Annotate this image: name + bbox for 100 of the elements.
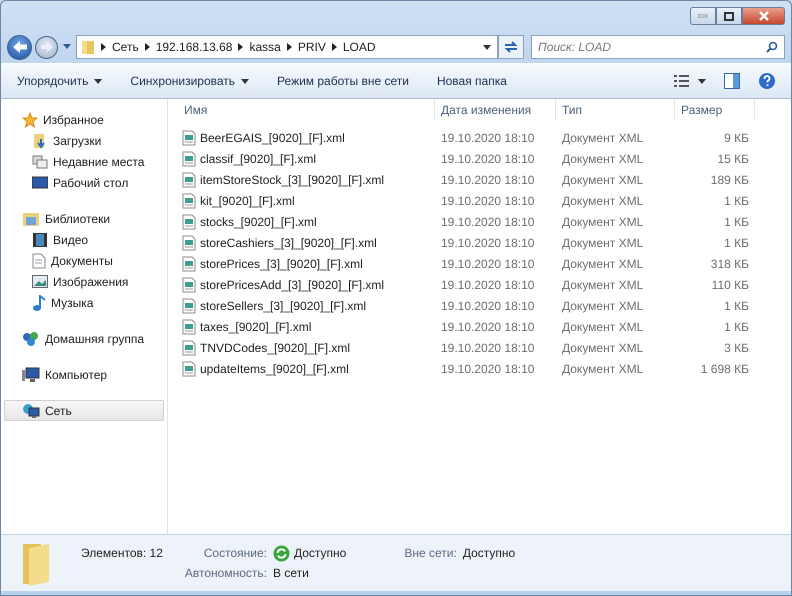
sidebar-item[interactable]: Документы bbox=[4, 250, 164, 271]
file-size: 3 КБ bbox=[723, 340, 749, 354]
document-icon bbox=[32, 252, 46, 268]
file-name[interactable]: stocks_[9020]_[F].xml bbox=[200, 214, 317, 228]
file-name[interactable]: kit_[9020]_[F].xml bbox=[200, 194, 295, 208]
file-type: Документ XML bbox=[561, 320, 644, 334]
column-header[interactable]: Дата изменения bbox=[435, 99, 556, 121]
caret-icon[interactable] bbox=[483, 44, 491, 50]
chevron-icon[interactable] bbox=[238, 43, 244, 51]
search-field[interactable]: Поиск: LOAD bbox=[531, 35, 785, 59]
sidebar-item[interactable]: Библиотеки bbox=[4, 208, 164, 229]
caret-icon bbox=[94, 78, 102, 84]
sidebar-item[interactable]: Избранное bbox=[4, 109, 164, 130]
file-type: Документ XML bbox=[561, 278, 644, 292]
file-size: 15 КБ bbox=[716, 152, 749, 166]
file-size: 9 КБ bbox=[723, 130, 749, 144]
status-value: В сети bbox=[272, 566, 309, 580]
xml-file-icon bbox=[182, 234, 196, 250]
sidebar-item[interactable]: Загрузки bbox=[4, 130, 164, 151]
modified-date: 19.10.2020 18:10 bbox=[440, 214, 536, 228]
refresh-button[interactable] bbox=[498, 35, 524, 59]
modified-date: 19.10.2020 18:10 bbox=[440, 152, 536, 166]
sidebar-item[interactable]: Недавние места bbox=[4, 151, 164, 172]
sidebar-item[interactable]: Сеть bbox=[4, 400, 164, 421]
xml-file-icon bbox=[182, 130, 196, 146]
modified-date: 19.10.2020 18:10 bbox=[440, 256, 536, 270]
sidebar-item[interactable]: Домашняя группа bbox=[4, 328, 164, 349]
chevron-icon[interactable] bbox=[144, 43, 150, 51]
xml-file-icon bbox=[182, 150, 196, 166]
chevron-icon[interactable] bbox=[286, 43, 292, 51]
column-header[interactable]: Имя bbox=[172, 99, 435, 121]
xml-file-icon bbox=[182, 276, 196, 292]
modified-date: 19.10.2020 18:10 bbox=[440, 340, 536, 354]
sidebar-item[interactable]: Музыка bbox=[4, 292, 164, 313]
file-name[interactable]: itemStoreStock_[3]_[9020]_[F].xml bbox=[200, 172, 384, 186]
toolbar-button[interactable]: Упорядочить bbox=[11, 70, 108, 92]
close-button[interactable] bbox=[742, 7, 785, 25]
file-size: 1 КБ bbox=[723, 320, 749, 334]
file-size: 318 КБ bbox=[710, 256, 749, 270]
breadcrumb[interactable]: LOAD bbox=[342, 40, 376, 54]
toolbar-button[interactable]: Синхронизировать bbox=[124, 70, 256, 92]
chevron-icon[interactable] bbox=[101, 43, 106, 51]
file-type: Документ XML bbox=[561, 194, 644, 208]
file-name[interactable]: TNVDCodes_[9020]_[F].xml bbox=[200, 340, 350, 354]
file-name[interactable]: storeCashiers_[3]_[9020]_[F].xml bbox=[200, 236, 377, 250]
file-size: 1 КБ bbox=[723, 194, 749, 208]
forward-arrow-icon bbox=[40, 41, 54, 53]
back-button[interactable] bbox=[7, 34, 32, 60]
sync-icon bbox=[272, 544, 290, 562]
file-size: 1 КБ bbox=[723, 298, 749, 312]
sidebar-item[interactable]: Рабочий стол bbox=[4, 172, 164, 193]
folder-icon bbox=[81, 39, 95, 55]
xml-file-icon bbox=[182, 360, 196, 376]
status-label: Вне сети: bbox=[404, 546, 457, 560]
file-name[interactable]: BeerEGAIS_[9020]_[F].xml bbox=[200, 130, 345, 144]
address-bar[interactable]: Сеть 192.168.13.68 kassa PRIV LOAD bbox=[76, 35, 498, 59]
column-header[interactable]: Тип bbox=[556, 99, 675, 121]
modified-date: 19.10.2020 18:10 bbox=[440, 362, 536, 376]
xml-file-icon bbox=[182, 298, 196, 314]
file-name[interactable]: classif_[9020]_[F].xml bbox=[200, 152, 316, 166]
music-note-icon bbox=[32, 294, 46, 310]
modified-date: 19.10.2020 18:10 bbox=[440, 172, 536, 186]
desktop-icon bbox=[32, 176, 48, 190]
help-icon bbox=[758, 72, 776, 90]
star-icon bbox=[22, 112, 38, 128]
column-header[interactable]: Размер bbox=[675, 99, 755, 121]
xml-file-icon bbox=[182, 172, 196, 188]
minimize-button[interactable] bbox=[690, 7, 716, 25]
breadcrumb[interactable]: kassa bbox=[249, 40, 281, 54]
maximize-button[interactable] bbox=[716, 7, 742, 25]
toolbar-button[interactable]: Режим работы вне сети bbox=[271, 70, 415, 92]
file-type: Документ XML bbox=[561, 130, 644, 144]
refresh-arrows-icon bbox=[503, 40, 519, 54]
sidebar-item[interactable]: Изображения bbox=[4, 271, 164, 292]
minimize-icon bbox=[698, 14, 708, 18]
file-name[interactable]: storeSellers_[3]_[9020]_[F].xml bbox=[200, 298, 366, 312]
film-icon bbox=[32, 232, 48, 248]
file-name[interactable]: taxes_[9020]_[F].xml bbox=[200, 320, 312, 334]
breadcrumb[interactable]: Сеть bbox=[112, 40, 139, 54]
caret-icon bbox=[698, 78, 706, 84]
modified-date: 19.10.2020 18:10 bbox=[440, 236, 536, 250]
toolbar-button[interactable]: Новая папка bbox=[430, 70, 513, 92]
file-name[interactable]: updateItems_[9020]_[F].xml bbox=[200, 362, 349, 376]
file-type: Документ XML bbox=[561, 172, 644, 186]
sidebar-item[interactable]: Компьютер bbox=[4, 364, 164, 385]
breadcrumb[interactable]: PRIV bbox=[298, 40, 326, 54]
file-type: Документ XML bbox=[561, 236, 644, 250]
chevron-icon[interactable] bbox=[332, 43, 337, 51]
xml-file-icon bbox=[182, 214, 196, 230]
breadcrumb[interactable]: 192.168.13.68 bbox=[156, 40, 232, 54]
sidebar-item[interactable]: Видео bbox=[4, 229, 164, 250]
file-name[interactable]: storePrices_[3]_[9020]_[F].xml bbox=[200, 256, 363, 270]
homegroup-icon bbox=[22, 330, 40, 346]
file-size: 1 КБ bbox=[723, 214, 749, 228]
close-icon bbox=[758, 11, 770, 21]
status-label: Автономность: bbox=[184, 566, 267, 580]
file-type: Документ XML bbox=[561, 214, 644, 228]
file-name[interactable]: storePricesAdd_[3]_[9020]_[F].xml bbox=[200, 278, 384, 292]
forward-button[interactable] bbox=[35, 36, 58, 58]
modified-date: 19.10.2020 18:10 bbox=[440, 194, 536, 208]
